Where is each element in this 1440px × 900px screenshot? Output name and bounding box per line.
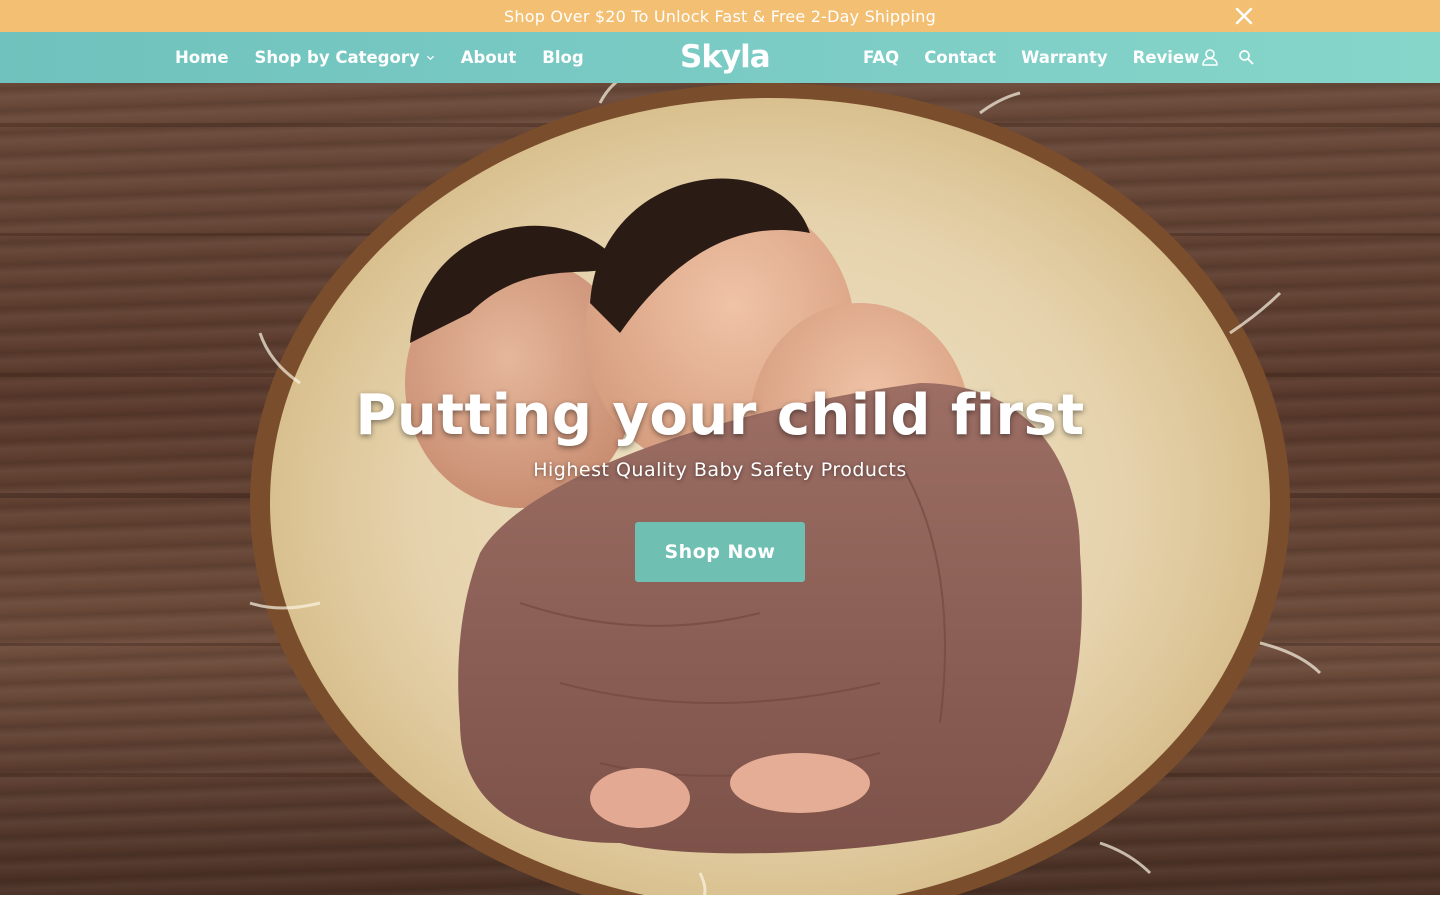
hero-section: Putting your child first Highest Quality… xyxy=(0,83,1440,895)
hero-subtitle: Highest Quality Baby Safety Products xyxy=(533,459,907,481)
nav-right-group: FAQ Contact Warranty Review xyxy=(863,32,1224,83)
nav-home[interactable]: Home xyxy=(175,48,229,67)
hero-title: Putting your child first xyxy=(355,383,1085,448)
shop-now-button[interactable]: Shop Now xyxy=(635,522,805,582)
nav-shop-by-category-label: Shop by Category xyxy=(254,48,420,67)
nav-left-group: Home Shop by Category About Blog xyxy=(175,32,610,83)
nav-contact[interactable]: Contact xyxy=(924,48,996,67)
announcement-bar: Shop Over $20 To Unlock Fast & Free 2-Da… xyxy=(0,0,1440,32)
nav-blog[interactable]: Blog xyxy=(542,48,583,67)
brand-logo[interactable]: Skyla xyxy=(680,38,771,76)
search-icon[interactable] xyxy=(1238,49,1254,65)
user-icon[interactable] xyxy=(1201,48,1219,66)
chevron-down-icon xyxy=(426,55,434,61)
nav-shop-by-category[interactable]: Shop by Category xyxy=(255,48,435,67)
hero-photo xyxy=(0,83,1440,895)
close-icon[interactable] xyxy=(1234,6,1254,26)
announcement-text: Shop Over $20 To Unlock Fast & Free 2-Da… xyxy=(504,6,936,26)
nav-warranty[interactable]: Warranty xyxy=(1021,48,1108,67)
main-navigation: Home Shop by Category About Blog Skyla F… xyxy=(0,32,1440,83)
nav-about[interactable]: About xyxy=(461,48,517,67)
nav-faq[interactable]: FAQ xyxy=(863,48,899,67)
page-bottom-edge xyxy=(0,895,1440,900)
nav-review[interactable]: Review xyxy=(1133,48,1200,67)
